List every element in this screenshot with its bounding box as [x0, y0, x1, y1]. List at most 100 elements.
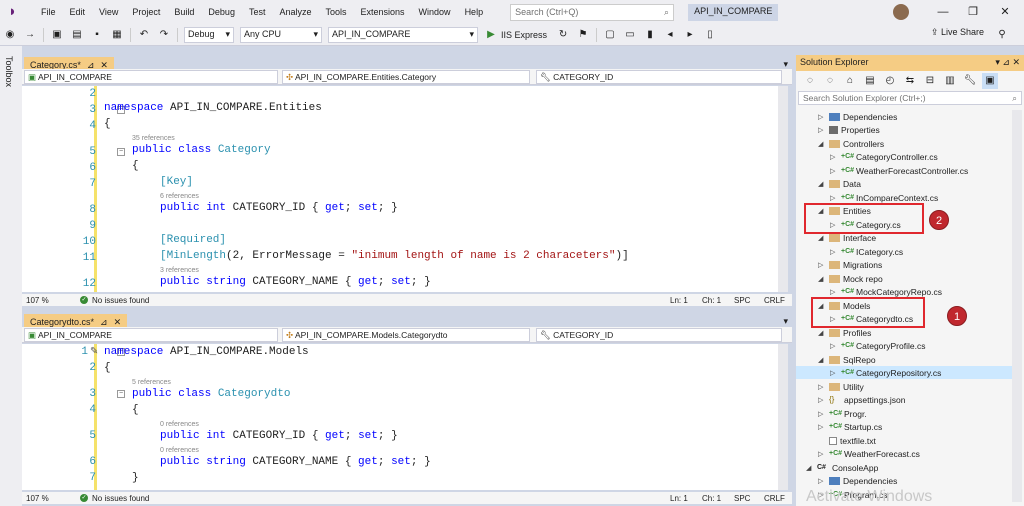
- codelens-references[interactable]: 3 references: [160, 267, 199, 274]
- menu-window[interactable]: Window: [412, 0, 458, 24]
- preview-icon[interactable]: ▣: [982, 73, 998, 89]
- close-icon[interactable]: ✕: [1012, 57, 1020, 67]
- expand-arrow-icon[interactable]: ▷: [818, 410, 826, 418]
- bookmark-icon[interactable]: ▮: [642, 27, 658, 43]
- expanded-arrow-icon[interactable]: ◢: [818, 234, 826, 242]
- top-code-editor[interactable]: 2 3 4 5 6 7 8 9 10 11 12 − − namespace A…: [22, 86, 782, 292]
- menu-build[interactable]: Build: [167, 0, 201, 24]
- pin-icon[interactable]: ⊿: [1002, 57, 1010, 67]
- tree-item-program[interactable]: ▷ +C# Progr.: [818, 407, 867, 420]
- codelens-references[interactable]: 0 references: [160, 421, 199, 428]
- project-navigation-select[interactable]: ▣ API_IN_COMPARE: [24, 70, 278, 84]
- tree-item-appsettings[interactable]: ▷{} appsettings.json: [818, 393, 905, 406]
- expand-arrow-icon[interactable]: ▷: [830, 153, 838, 161]
- menu-help[interactable]: Help: [458, 0, 491, 24]
- expand-arrow-icon[interactable]: ▷: [818, 477, 826, 485]
- browser-link-icon[interactable]: ⚑: [575, 27, 591, 43]
- member-navigation-select[interactable]: 🔧︎ CATEGORY_ID: [536, 70, 782, 84]
- run-icon[interactable]: ▶: [483, 27, 499, 43]
- tree-item-categoryrepository[interactable]: ▷ +C# CategoryRepository.cs: [830, 366, 941, 379]
- tree-item-sqlrepo[interactable]: ◢ SqlRepo: [818, 353, 876, 366]
- expanded-arrow-icon[interactable]: ◢: [806, 464, 814, 472]
- refresh-icon[interactable]: ↻: [555, 27, 571, 43]
- tree-item-dependencies[interactable]: ▷ Dependencies: [818, 110, 897, 123]
- menu-edit[interactable]: Edit: [63, 0, 93, 24]
- expand-arrow-icon[interactable]: ▷: [818, 383, 826, 391]
- minimize-icon[interactable]: —: [928, 0, 958, 24]
- new-project-icon[interactable]: ▣: [49, 27, 65, 43]
- expand-arrow-icon[interactable]: ▷: [830, 248, 838, 256]
- toolbox-strip[interactable]: Toolbox: [0, 46, 22, 506]
- class-navigation-select[interactable]: ✣ API_IN_COMPARE.Models.Categorydto: [282, 328, 530, 342]
- expanded-arrow-icon[interactable]: ◢: [818, 275, 826, 283]
- tree-item-categorycontroller[interactable]: ▷ +C# CategoryController.cs: [830, 150, 938, 163]
- tree-item-controllers[interactable]: ◢ Controllers: [818, 137, 884, 150]
- bottom-code-editor[interactable]: 1 ✎ 2 3 4 5 6 7 − − namespace API_IN_COM…: [22, 344, 782, 490]
- next-bookmark-icon[interactable]: ▸: [682, 27, 698, 43]
- menu-analyze[interactable]: Analyze: [272, 0, 318, 24]
- expand-arrow-icon[interactable]: ▷: [818, 423, 826, 431]
- codelens-references[interactable]: 0 references: [160, 447, 199, 454]
- feedback-icon[interactable]: ⚲: [994, 27, 1010, 43]
- codelens-references[interactable]: 35 references: [132, 135, 175, 142]
- bottom-vertical-scrollbar[interactable]: [778, 344, 788, 490]
- tree-item-weatherforecast[interactable]: ▷ +C# WeatherForecast.cs: [818, 447, 920, 460]
- live-share-button[interactable]: ⇪ Live Share: [931, 27, 984, 38]
- layout-icon[interactable]: ▭: [622, 27, 638, 43]
- expanded-arrow-icon[interactable]: ◢: [818, 140, 826, 148]
- whitespace-indicator[interactable]: SPC: [734, 494, 750, 503]
- expand-arrow-icon[interactable]: ▷: [830, 288, 838, 296]
- screenshot-icon[interactable]: ▢: [602, 27, 618, 43]
- expand-arrow-icon[interactable]: ▷: [818, 113, 826, 121]
- home-icon[interactable]: ⌂: [842, 73, 858, 89]
- back-icon[interactable]: ◌: [802, 73, 818, 89]
- tree-item-consoleapp-dependencies[interactable]: ▷ Dependencies: [818, 474, 897, 487]
- codelens-references[interactable]: 5 references: [132, 379, 171, 386]
- forward-icon[interactable]: →: [22, 27, 38, 43]
- issues-status[interactable]: No issues found: [92, 494, 149, 503]
- redo-icon[interactable]: ↷: [156, 27, 172, 43]
- show-all-files-icon[interactable]: ▥: [942, 73, 958, 89]
- solution-search-input[interactable]: Search Solution Explorer (Ctrl+;) ⌕: [798, 91, 1022, 105]
- issues-status[interactable]: No issues found: [92, 296, 149, 305]
- platform-select[interactable]: Any CPU ▾: [240, 26, 322, 43]
- prev-bookmark-icon[interactable]: ◂: [662, 27, 678, 43]
- tree-item-weatherforecastcontroller[interactable]: ▷ +C# WeatherForecastController.cs: [830, 164, 968, 177]
- expand-arrow-icon[interactable]: ▷: [830, 369, 838, 377]
- expand-arrow-icon[interactable]: ▷: [830, 194, 838, 202]
- properties-icon[interactable]: 🔧︎: [962, 73, 978, 89]
- project-navigation-select[interactable]: ▣ API_IN_COMPARE: [24, 328, 278, 342]
- forward-icon[interactable]: ◌: [822, 73, 838, 89]
- expand-arrow-icon[interactable]: ▷: [830, 167, 838, 175]
- pending-changes-icon[interactable]: ◴: [882, 73, 898, 89]
- tree-item-properties[interactable]: ▷ Properties: [818, 123, 880, 136]
- menu-extensions[interactable]: Extensions: [354, 0, 412, 24]
- run-button-label[interactable]: IIS Express: [501, 30, 547, 40]
- search-input[interactable]: Search (Ctrl+Q) ⌕: [510, 3, 675, 21]
- tree-item-icategory[interactable]: ▷ +C# ICategory.cs: [830, 245, 903, 258]
- menu-debug[interactable]: Debug: [201, 0, 242, 24]
- configuration-select[interactable]: Debug ▾: [184, 26, 234, 43]
- class-navigation-select[interactable]: ✣ API_IN_COMPARE.Entities.Category: [282, 70, 530, 84]
- open-icon[interactable]: ▤: [69, 27, 85, 43]
- tree-item-data[interactable]: ◢ Data: [818, 177, 861, 190]
- save-all-icon[interactable]: ▦: [109, 27, 125, 43]
- line-ending-indicator[interactable]: CRLF: [764, 494, 785, 503]
- save-icon[interactable]: ▪: [89, 27, 105, 43]
- solution-explorer-scrollbar[interactable]: [1012, 110, 1022, 502]
- expanded-arrow-icon[interactable]: ◢: [818, 180, 826, 188]
- chevron-down-icon[interactable]: ▾: [995, 57, 1000, 67]
- expand-arrow-icon[interactable]: ▷: [818, 396, 826, 404]
- member-navigation-select[interactable]: 🔧︎ CATEGORY_ID: [536, 328, 782, 342]
- zoom-level[interactable]: 107 %: [22, 296, 72, 305]
- back-icon[interactable]: ◉: [2, 27, 18, 43]
- expanded-arrow-icon[interactable]: ◢: [818, 356, 826, 364]
- expand-arrow-icon[interactable]: ▷: [818, 126, 826, 134]
- tree-item-textfile[interactable]: textfile.txt: [818, 434, 876, 447]
- tree-item-migrations[interactable]: ▷ Migrations: [818, 258, 882, 271]
- tree-item-startup[interactable]: ▷ +C# Startup.cs: [818, 420, 882, 433]
- expand-arrow-icon[interactable]: ▷: [818, 261, 826, 269]
- restore-icon[interactable]: ❐: [958, 0, 988, 24]
- tree-item-consoleapp[interactable]: ◢ C# ConsoleApp: [806, 461, 878, 474]
- collapse-all-icon[interactable]: ⊟: [922, 73, 938, 89]
